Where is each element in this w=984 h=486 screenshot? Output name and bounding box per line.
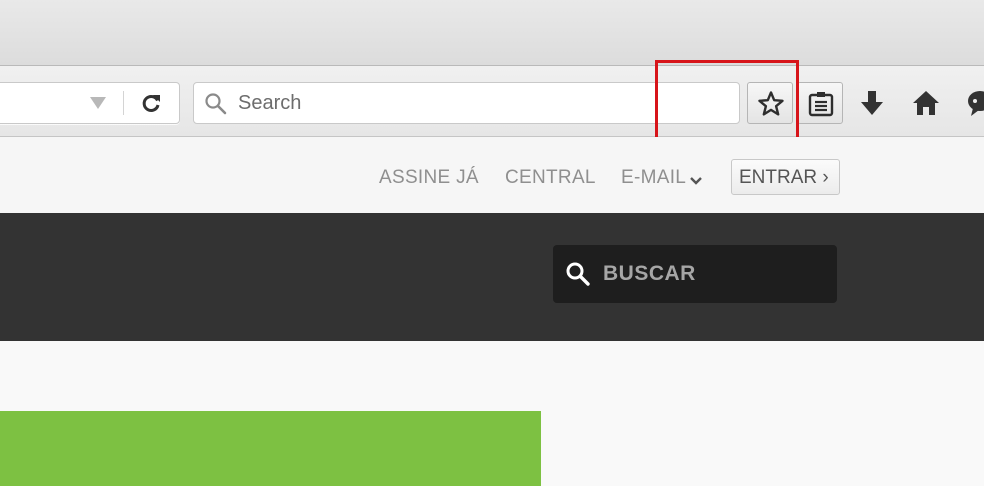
site-top-links-bar: ASSINE JÁ CENTRAL E-MAIL ENTRAR › [0, 137, 984, 213]
subscribe-link[interactable]: ASSINE JÁ [379, 167, 479, 189]
search-icon [204, 92, 228, 116]
site-search-box[interactable] [553, 245, 837, 303]
browser-navigation-bar [0, 66, 984, 137]
green-banner [0, 411, 541, 486]
address-bar-divider [123, 91, 124, 115]
site-search-input[interactable] [601, 259, 821, 289]
history-dropdown-icon[interactable] [90, 97, 106, 109]
browser-search-input[interactable] [236, 89, 716, 117]
browser-search-bar[interactable] [193, 82, 740, 124]
download-icon[interactable] [857, 88, 887, 118]
email-link[interactable]: E-MAIL [621, 167, 686, 189]
chevron-down-icon[interactable] [689, 173, 703, 185]
reload-icon[interactable] [139, 91, 163, 115]
star-icon [758, 91, 784, 116]
reading-list-icon [808, 92, 834, 117]
chat-icon[interactable] [965, 88, 984, 118]
home-icon[interactable] [911, 88, 941, 118]
site-header [0, 213, 984, 341]
reading-list-button[interactable] [797, 82, 843, 124]
central-link[interactable]: CENTRAL [505, 167, 596, 189]
address-bar[interactable] [0, 82, 180, 124]
search-icon [565, 261, 591, 287]
browser-tab-strip [0, 0, 984, 66]
page-content [0, 341, 984, 486]
login-button[interactable]: ENTRAR › [731, 159, 840, 195]
bookmark-button[interactable] [747, 82, 793, 124]
